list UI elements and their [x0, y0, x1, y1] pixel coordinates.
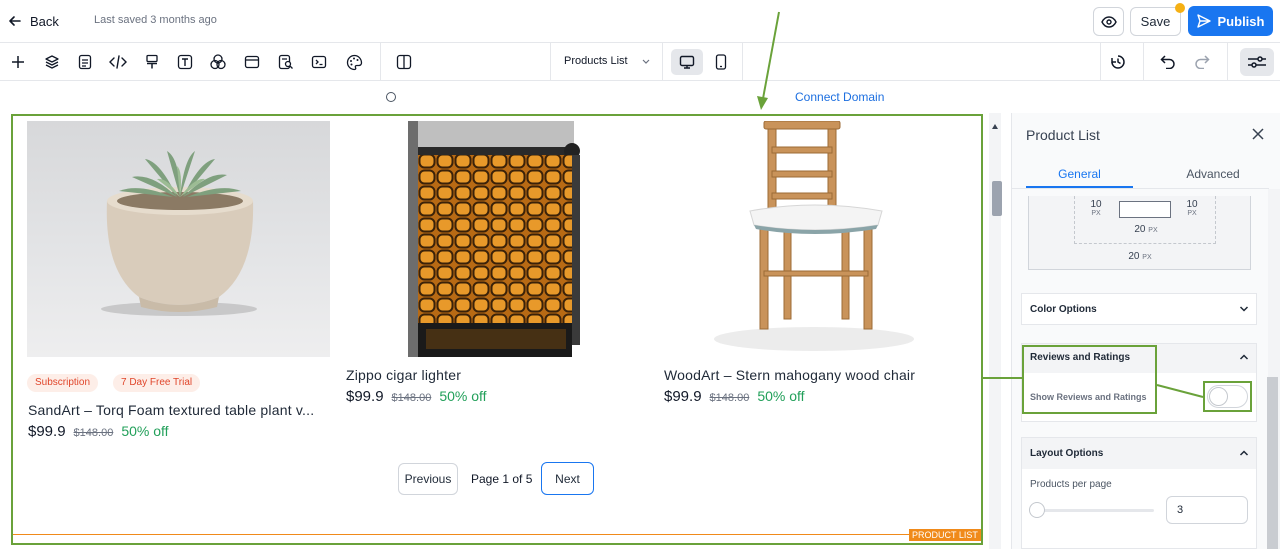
chevron-up-icon[interactable]	[1239, 352, 1249, 362]
back-button[interactable]: Back	[8, 11, 59, 31]
canvas-scrollbar[interactable]	[989, 113, 1001, 549]
save-button[interactable]: Save	[1130, 7, 1181, 36]
history-icon[interactable]	[1108, 52, 1128, 72]
chevron-down-icon[interactable]	[1239, 304, 1249, 314]
panel-scroll-thumb[interactable]	[1267, 377, 1278, 549]
padding-bottom-number: 20	[1134, 224, 1146, 235]
margin-bottom-number: 20	[1128, 251, 1140, 262]
padding-bottom-value[interactable]: 20 PX	[1126, 224, 1166, 235]
save-status: Last saved 3 months ago	[94, 14, 217, 26]
content-box	[1119, 201, 1171, 218]
close-icon[interactable]	[1251, 127, 1265, 141]
back-label: Back	[30, 13, 59, 29]
tab-advanced[interactable]: Advanced	[1160, 167, 1266, 181]
arrow-left-icon	[8, 14, 22, 28]
chevron-up-icon[interactable]	[1239, 448, 1249, 458]
top-bar: Back Last saved 3 months ago Save Publis…	[0, 0, 1280, 43]
toolbar-divider	[380, 43, 381, 80]
undo-icon[interactable]	[1158, 52, 1178, 72]
tab-divider	[1011, 188, 1269, 189]
publish-label: Publish	[1217, 13, 1265, 29]
padding-bottom-unit: PX	[1148, 227, 1158, 234]
desktop-view-button[interactable]	[671, 49, 703, 75]
settings-sliders-icon	[1247, 55, 1267, 69]
tab-general[interactable]: General	[1026, 167, 1133, 188]
toolbar: Products List	[0, 43, 1280, 81]
panel-title: Product List	[1026, 127, 1100, 143]
palette-icon[interactable]	[344, 52, 364, 72]
color-options-label: Color Options	[1030, 304, 1097, 315]
eye-icon	[1100, 15, 1117, 28]
redo-icon[interactable]	[1192, 52, 1212, 72]
chevron-down-icon	[642, 59, 650, 64]
annotation-outline	[1203, 381, 1252, 412]
products-per-page-slider[interactable]	[1036, 509, 1154, 512]
padding-left-value[interactable]: 10 PX	[1086, 199, 1106, 217]
padding-left-number: 10	[1090, 199, 1102, 210]
annotation-outline	[11, 114, 983, 545]
status-circle	[386, 92, 396, 102]
page-select-value: Products List	[564, 55, 628, 67]
code-icon[interactable]	[108, 52, 128, 72]
preview-button[interactable]	[1093, 7, 1124, 36]
split-view-icon[interactable]	[394, 52, 414, 72]
margin-bottom-unit: PX	[1142, 254, 1152, 261]
slider-handle[interactable]	[1029, 502, 1045, 518]
section-icon[interactable]	[242, 52, 262, 72]
page-search-icon[interactable]	[276, 52, 296, 72]
mobile-icon	[715, 54, 727, 70]
padding-right-unit: PX	[1187, 210, 1197, 217]
desktop-icon	[679, 55, 695, 69]
add-icon[interactable]	[8, 52, 28, 72]
text-icon[interactable]	[175, 52, 195, 72]
connect-domain-link[interactable]: Connect Domain	[795, 90, 884, 104]
toolbar-divider	[742, 43, 743, 80]
toolbar-divider	[1227, 43, 1228, 80]
publish-button[interactable]: Publish	[1188, 6, 1273, 36]
annotation-outline	[1022, 345, 1157, 414]
products-per-page-label: Products per page	[1030, 479, 1112, 490]
send-icon	[1196, 14, 1211, 28]
settings-button[interactable]	[1240, 48, 1274, 76]
layers-icon[interactable]	[42, 52, 62, 72]
paint-icon[interactable]	[142, 52, 162, 72]
toolbar-divider	[662, 43, 663, 80]
scroll-up-icon[interactable]	[992, 124, 998, 129]
margin-bottom-value[interactable]: 20 PX	[1120, 251, 1160, 262]
toolbar-divider	[550, 43, 551, 80]
page-select[interactable]: Products List	[564, 55, 650, 67]
terminal-icon[interactable]	[309, 52, 329, 72]
unsaved-indicator	[1175, 3, 1185, 13]
layout-options-label: Layout Options	[1030, 448, 1104, 459]
mobile-view-button[interactable]	[708, 49, 734, 75]
products-per-page-input[interactable]: 3	[1166, 496, 1248, 524]
pages-icon[interactable]	[75, 52, 95, 72]
padding-right-value[interactable]: 10 PX	[1182, 199, 1202, 217]
padding-right-number: 10	[1186, 199, 1198, 210]
toolbar-divider	[1100, 43, 1101, 80]
padding-left-unit: PX	[1091, 210, 1101, 217]
canvas-scroll-thumb[interactable]	[992, 181, 1002, 216]
toolbar-divider	[1143, 43, 1144, 80]
color-mix-icon[interactable]	[208, 52, 228, 72]
